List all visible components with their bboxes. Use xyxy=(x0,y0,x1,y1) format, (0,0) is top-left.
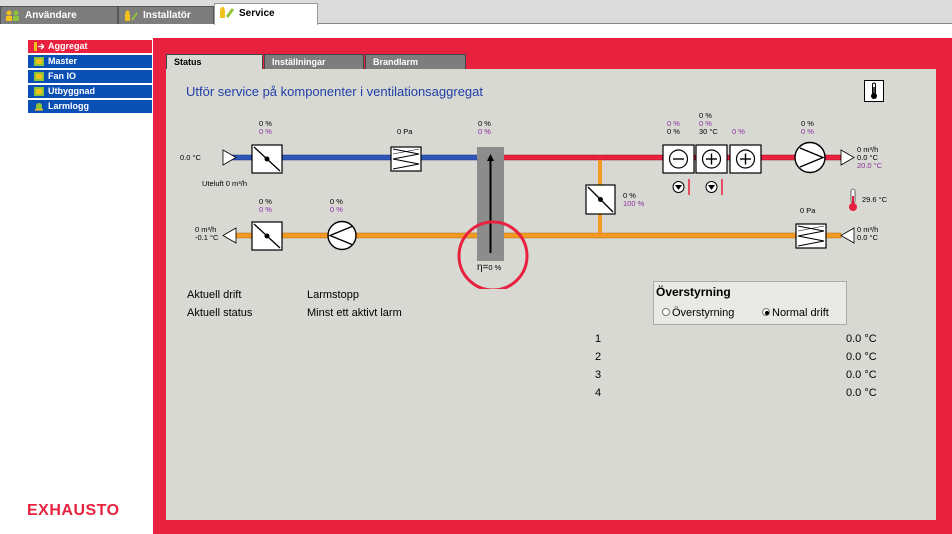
sidebar-item-fan-io[interactable]: Fan IO xyxy=(28,70,152,83)
heater-1-temp: 30 °C xyxy=(699,127,718,136)
tab-installator[interactable]: Installatör xyxy=(118,6,214,24)
sidebar-item-label: Utbyggnad xyxy=(48,86,95,96)
top-tab-bar: Användare Installatör Service xyxy=(0,0,952,25)
pump-1-icon[interactable] xyxy=(672,181,685,193)
supply-fan-value-2: 0 % xyxy=(801,127,814,136)
filter-in-pressure: 0 Pa xyxy=(397,127,413,136)
device-icon xyxy=(34,57,44,66)
supply-fan-icon[interactable] xyxy=(794,141,826,174)
supply-outlet-arrow-icon xyxy=(840,149,855,166)
ventilation-diagram xyxy=(222,141,857,289)
override-option-manual[interactable]: Överstyrning xyxy=(662,307,734,319)
heater-2-icon[interactable] xyxy=(729,144,762,174)
sidebar-item-label: Master xyxy=(48,56,78,66)
tab-status[interactable]: Status xyxy=(166,54,263,69)
sidebar-item-aggregat[interactable]: Aggregat xyxy=(28,40,152,53)
temp-value-4: 0.0 °C xyxy=(846,387,877,399)
tab-label: Installatör xyxy=(143,10,191,21)
extract-duct xyxy=(225,232,842,239)
temp-index-4: 4 xyxy=(595,387,602,399)
sidebar-item-master[interactable]: Master xyxy=(28,55,152,68)
exhaust-fan-value-2: 0 % xyxy=(330,205,343,214)
bypass-joint xyxy=(598,155,602,160)
supply-setpoint: 20.0 °C xyxy=(857,161,883,170)
arrow-in-icon xyxy=(34,42,44,51)
temp-index-1: 1 xyxy=(595,333,602,345)
drift-value: Larmstopp xyxy=(307,289,359,301)
temp-value-2: 0.0 °C xyxy=(846,351,877,363)
tab-service[interactable]: Service xyxy=(214,3,318,25)
pump-2-icon[interactable] xyxy=(705,181,718,193)
tab-label: Brandlarm xyxy=(373,57,419,67)
temp-value-1: 0.0 °C xyxy=(846,333,877,345)
damper-exhaust-value-2: 0 % xyxy=(259,205,272,214)
temp-index-3: 3 xyxy=(595,369,602,381)
exhaust-fan-icon[interactable] xyxy=(327,220,357,251)
service-icon xyxy=(220,7,235,18)
extract-in-temp: 0.0 °C xyxy=(857,233,878,242)
filter-in-icon[interactable] xyxy=(390,146,422,172)
temp-value-3: 0.0 °C xyxy=(846,369,877,381)
sidebar-item-label: Larmlogg xyxy=(48,101,90,111)
radio-button-selected[interactable] xyxy=(762,308,770,316)
tab-label: Status xyxy=(174,57,202,67)
override-box: Överstyrning Överstyrning Normal drift xyxy=(653,281,847,325)
radio-button[interactable] xyxy=(662,308,670,316)
tab-installningar[interactable]: Inställningar xyxy=(264,54,364,69)
sidebar: Aggregat Master Fan IO Utbyggnad Larmlog… xyxy=(28,40,152,115)
hx-value-2: 0 % xyxy=(478,127,491,136)
drift-label: Aktuell drift xyxy=(187,289,242,301)
temp-index-2: 2 xyxy=(595,351,602,363)
efficiency-value: 0 % xyxy=(488,263,502,272)
extract-inlet-arrow-icon xyxy=(840,227,855,244)
filter-extract-pressure: 0 Pa xyxy=(800,206,816,215)
room-temp: 29.6 °C xyxy=(862,195,888,204)
efficiency-label: η= xyxy=(477,262,489,273)
outdoor-intake-arrow-icon xyxy=(222,149,237,166)
bypass-damper-icon[interactable] xyxy=(585,184,616,215)
users-icon xyxy=(6,10,19,21)
outdoor-flow: Uteluft 0 m³/h xyxy=(202,179,248,188)
tab-label: Användare xyxy=(25,10,77,21)
filter-extract-icon[interactable] xyxy=(795,223,827,249)
tab-label: Service xyxy=(239,8,275,19)
damper-in-icon[interactable] xyxy=(251,144,283,174)
radio-label: Överstyrning xyxy=(672,307,735,319)
tab-anvandare[interactable]: Användare xyxy=(0,6,118,24)
exhaust-outlet-arrow-icon xyxy=(222,227,237,244)
efficiency-readout: η=0 % xyxy=(477,257,501,275)
heat-exchanger-icon[interactable] xyxy=(477,147,504,261)
tab-brandlarm[interactable]: Brandlarm xyxy=(365,54,466,69)
status-value: Minst ett aktivt larm xyxy=(307,307,402,319)
device-icon xyxy=(34,87,44,96)
heater-1-icon[interactable] xyxy=(695,144,728,174)
damper-exhaust-icon[interactable] xyxy=(251,221,283,251)
radio-label: Normal drift xyxy=(772,307,829,319)
sidebar-item-label: Aggregat xyxy=(48,41,88,51)
override-title: Överstyrning xyxy=(656,285,731,299)
exhausto-logo: EXHAUSTO xyxy=(27,502,120,519)
sidebar-item-larmlogg[interactable]: Larmlogg xyxy=(28,100,152,113)
override-option-normal[interactable]: Normal drift xyxy=(762,307,829,319)
installer-icon xyxy=(125,10,138,21)
damper-in-value-2: 0 % xyxy=(259,127,272,136)
exhaust-out-temp: -0.1 °C xyxy=(195,233,219,242)
room-thermometer-icon xyxy=(849,188,857,211)
sidebar-item-label: Fan IO xyxy=(48,71,77,81)
device-icon xyxy=(34,72,44,81)
cooler-value-2: 0 % xyxy=(667,127,680,136)
status-label: Aktuell status xyxy=(187,307,253,319)
bypass-value-2: 100 % xyxy=(623,199,645,208)
outdoor-temp: 0.0 °C xyxy=(180,153,201,162)
sidebar-item-utbyggnad[interactable]: Utbyggnad xyxy=(28,85,152,98)
bell-icon xyxy=(35,103,43,111)
cooler-icon[interactable] xyxy=(662,144,695,174)
tab-label: Inställningar xyxy=(272,57,326,67)
status-panel: Utför service på komponenter i ventilati… xyxy=(166,69,936,520)
heater-2-value: 0 % xyxy=(732,127,745,136)
